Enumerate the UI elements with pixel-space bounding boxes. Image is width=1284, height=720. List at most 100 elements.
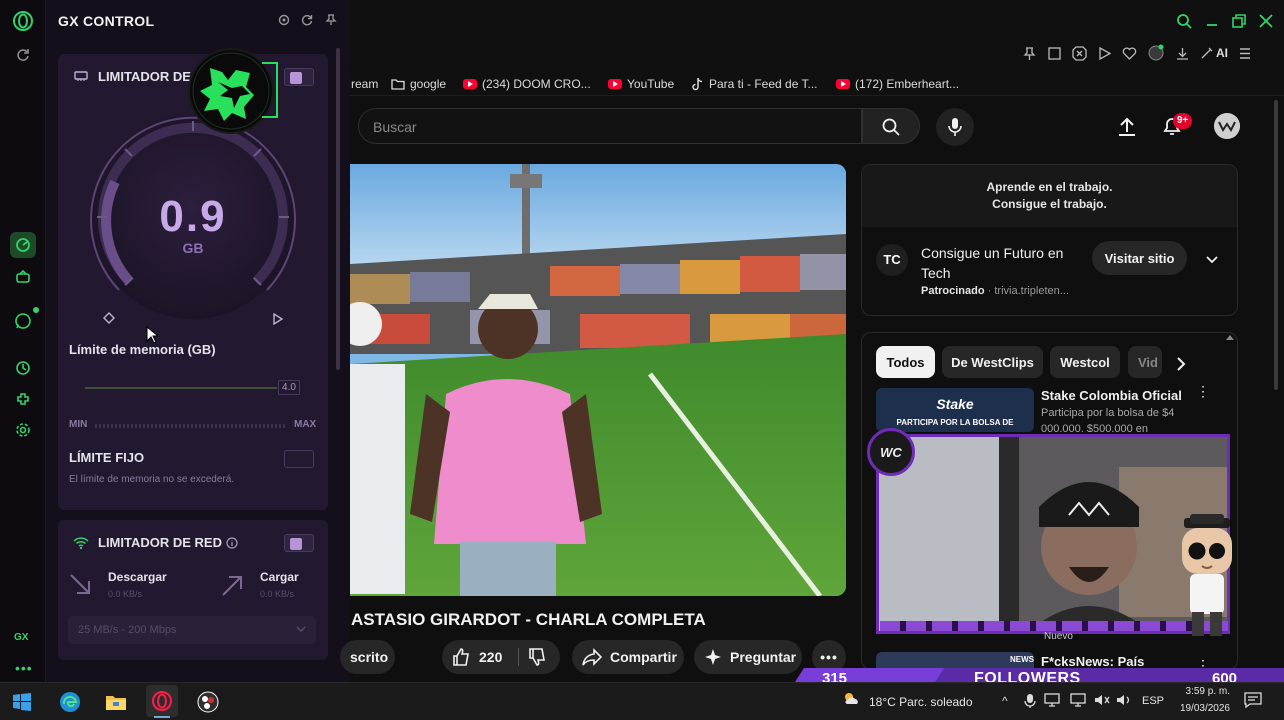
chip-todos[interactable]: Todos	[876, 346, 935, 378]
opera-gx-taskbar-icon[interactable]	[146, 685, 178, 717]
ask-button[interactable]: Preguntar	[694, 640, 802, 674]
bookmark-0[interactable]: ream	[351, 76, 378, 92]
ad-sponsor-line: Patrocinado · trivia.tripleten...	[921, 285, 1069, 297]
bookmark-3[interactable]: YouTube	[608, 76, 674, 92]
dislike-icon[interactable]	[528, 647, 548, 667]
tray-volume-icon[interactable]	[1116, 693, 1132, 707]
info-icon[interactable]	[226, 537, 238, 549]
aria-ai-button[interactable]: AI	[1200, 46, 1228, 60]
edge-icon[interactable]	[56, 688, 84, 716]
chips-next-chevron-icon[interactable]	[1174, 356, 1188, 372]
logo-accent-frame	[262, 62, 278, 118]
rec-desc-stake: Participa por la bolsa de $4	[1041, 407, 1175, 419]
network-limiter-title: LIMITADOR DE RED	[98, 535, 222, 550]
gx-corner-icon[interactable]	[10, 264, 36, 290]
notification-dot	[33, 307, 39, 313]
rec-thumbnail-stake[interactable]: Stake PARTICIPA POR LA BOLSA DE	[876, 388, 1034, 432]
minimize-icon[interactable]	[1204, 13, 1220, 29]
advertiser-logo[interactable]: TC	[876, 244, 908, 276]
subscribed-label: scrito	[350, 649, 389, 665]
chip-videos[interactable]: Vid	[1128, 346, 1162, 378]
clock-date[interactable]: 19/03/2026	[1166, 703, 1230, 714]
gx-panel-settings-icon[interactable]	[278, 14, 290, 26]
hard-limit-toggle[interactable]	[284, 450, 314, 468]
restore-icon[interactable]	[1231, 13, 1247, 29]
panel-scroll-up-icon[interactable]	[1226, 334, 1234, 340]
memory-limit-slider[interactable]	[85, 387, 277, 389]
tray-expand-icon[interactable]: ^	[1002, 694, 1008, 708]
youtube-search-button[interactable]	[862, 108, 920, 144]
download-icon[interactable]	[1175, 46, 1190, 61]
ad-expand-chevron-icon[interactable]	[1204, 251, 1220, 267]
like-count[interactable]: 220	[479, 649, 502, 665]
obs-studio-icon[interactable]	[194, 688, 222, 716]
bookmark-4[interactable]: Para ti - Feed de T...	[692, 76, 818, 92]
memory-limit-value-box[interactable]: 4.0	[278, 380, 300, 395]
browser-search-icon[interactable]	[1176, 13, 1192, 29]
snapshot-icon[interactable]	[1047, 46, 1062, 61]
tray-network2-icon[interactable]	[1070, 693, 1086, 707]
ram-range-ticks	[95, 424, 287, 428]
file-explorer-icon[interactable]	[102, 688, 130, 716]
whatsapp-icon[interactable]	[10, 308, 36, 334]
notification-center-icon[interactable]	[1244, 692, 1262, 708]
voice-search-button[interactable]	[936, 108, 974, 146]
bookmark-2[interactable]: (234) DOOM CRO...	[463, 76, 591, 92]
ad-banner[interactable]: Aprende en el trabajo. Consigue el traba…	[862, 165, 1237, 227]
weather-icon[interactable]	[842, 690, 860, 708]
account-avatar[interactable]	[1214, 113, 1240, 139]
input-language[interactable]: ESP	[1142, 695, 1164, 707]
search-icon	[882, 118, 900, 136]
chip-label: Westcol	[1060, 354, 1110, 370]
share-button[interactable]: Compartir	[572, 640, 684, 674]
download-speed: 0.0 KB/s	[108, 589, 143, 599]
youtube-search-input[interactable]: Buscar	[358, 108, 862, 144]
network-limiter-toggle[interactable]	[284, 534, 314, 552]
weather-text[interactable]: 18°C Parc. soleado	[869, 695, 973, 709]
menu-icon[interactable]	[1238, 46, 1252, 61]
chip-label: Vid	[1138, 354, 1158, 370]
visit-site-button[interactable]: Visitar sitio	[1092, 241, 1187, 275]
extension-badge-icon[interactable]	[1147, 44, 1165, 62]
page-scrollbar-thumb[interactable]	[1274, 100, 1278, 390]
adblock-icon[interactable]	[1072, 45, 1087, 61]
chip-westcol[interactable]: Westcol	[1050, 346, 1120, 378]
like-icon[interactable]	[452, 647, 472, 667]
close-icon[interactable]	[1258, 13, 1274, 29]
rec-title-news[interactable]: F*cksNews: País	[1041, 654, 1144, 669]
clock-time[interactable]: 3:59 p. m.	[1172, 686, 1230, 697]
refresh-icon[interactable]	[10, 42, 36, 68]
news-thumb-text: NEWS	[1010, 655, 1034, 664]
more-dots-icon[interactable]: •••	[15, 660, 33, 676]
gx-label[interactable]: GX	[14, 632, 28, 643]
extensions-icon[interactable]	[10, 386, 36, 412]
play-icon[interactable]	[1097, 46, 1112, 61]
subscribed-button[interactable]: scrito	[340, 640, 395, 674]
ad-title[interactable]: Consigue un Futuro en Tech	[921, 243, 1091, 283]
speed-preset-value: 25 MB/s - 200 Mbps	[78, 624, 177, 636]
tray-network-icon[interactable]	[1044, 693, 1060, 707]
speed-preset-select[interactable]: 25 MB/s - 200 Mbps	[68, 616, 316, 644]
tray-mic-icon[interactable]	[1024, 693, 1036, 709]
settings-gear-icon[interactable]	[10, 417, 36, 443]
ram-limiter-toggle[interactable]	[284, 68, 314, 86]
video-player[interactable]	[350, 164, 846, 596]
gx-panel-reload-icon[interactable]	[301, 14, 313, 26]
gx-panel-pin-icon[interactable]	[325, 14, 337, 26]
bookmark-1[interactable]: google	[391, 76, 446, 92]
rec-more-icon[interactable]: ⋮	[1196, 384, 1210, 398]
rec-title-stake[interactable]: Stake Colombia Oficial	[1041, 388, 1182, 403]
windows-start-icon[interactable]	[8, 688, 36, 716]
heart-icon[interactable]	[1122, 46, 1137, 61]
tray-mute-icon[interactable]	[1094, 693, 1110, 707]
opera-gx-logo-icon[interactable]	[10, 8, 36, 34]
chip-westclips[interactable]: De WestClips	[942, 346, 1043, 378]
folder-icon	[391, 79, 405, 90]
gx-panel-scrollbar[interactable]	[336, 48, 340, 370]
pin-icon[interactable]	[1022, 46, 1037, 61]
history-icon[interactable]	[10, 355, 36, 381]
upload-video-icon[interactable]	[1116, 115, 1138, 137]
ask-label: Preguntar	[730, 649, 797, 665]
bookmark-5[interactable]: (172) Emberheart...	[836, 76, 959, 92]
gx-control-icon[interactable]	[10, 232, 36, 258]
